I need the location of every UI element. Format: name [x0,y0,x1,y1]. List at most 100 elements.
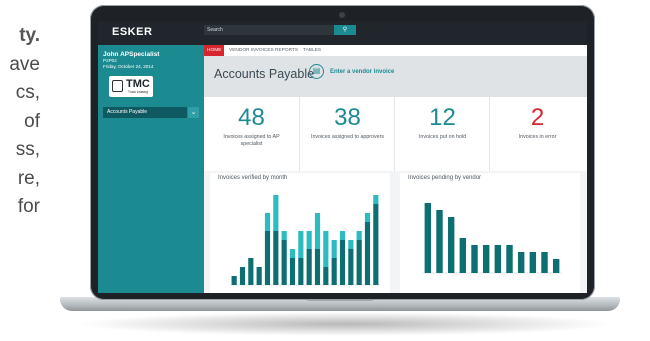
stat-value: 48 [238,104,265,131]
chart-title: Invoices pending by vendor [408,175,482,181]
enter-invoice-link[interactable]: Enter a vendor invoice [330,69,394,75]
bar [256,267,262,285]
bar [273,231,279,285]
search-icon[interactable]: ⚲ [334,25,356,35]
page-header: Accounts Payable ▤ Enter a vendor invoic… [204,57,587,97]
tab-vendor-invoices[interactable]: VENDOR INVOICES [226,45,277,56]
camera-icon [339,12,345,18]
bar [314,213,321,249]
company-logo-sub: Truck Leasing [128,90,148,94]
bar [314,249,321,285]
bar [298,258,304,285]
stat-value: 12 [429,104,456,131]
bar [471,245,478,273]
tab-tables[interactable]: TABLES [300,45,324,56]
bar [231,276,237,285]
role-selector[interactable]: Accounts Payable ⌄ [103,107,199,118]
bar [424,203,432,273]
top-bar: Search ⚲ [204,21,587,45]
bar [506,245,513,273]
bar [248,258,254,285]
stat-value: 38 [334,104,361,131]
bar [289,258,296,285]
role-label: Accounts Payable [107,109,148,115]
bar [373,204,379,285]
bar [306,231,312,249]
bar [239,267,246,285]
stat-ap-specialist[interactable]: 48 Invoices assigned to AP specialist [204,97,299,171]
current-date: Friday, October 24, 2014 [103,64,154,69]
bar [552,259,560,273]
bar [348,240,354,249]
bar [306,249,312,285]
bar [264,231,271,285]
user-name: John APSpecialist [103,51,160,58]
side-line-7: for [17,196,40,217]
page-side-text: ty. ave cs, of ss, re, for [0,22,40,222]
company-logo: TMC Truck Leasing [109,76,153,97]
side-line-3: cs, [15,82,40,103]
stat-value: 2 [530,104,545,131]
search-placeholder: Search [207,26,223,33]
side-line-2: ave [9,53,40,75]
bar [373,195,379,204]
side-line-1: ty. [19,25,40,46]
bar [331,240,337,258]
bar [529,252,537,273]
stat-label: Invoices in error [518,134,557,140]
bar [273,195,279,231]
stat-label: Invoices assigned to AP specialist [223,134,280,147]
user-info: John APSpecialist P2P02 Friday, October … [98,45,204,70]
esker-logo[interactable]: ESKER [112,26,152,38]
bar [436,210,443,273]
bar [298,231,304,258]
chart-pending-by-vendor [422,203,562,274]
side-line-4: of [24,110,40,132]
bar [323,231,329,267]
stats-row: 48 Invoices assigned to AP specialist 38… [204,97,587,171]
stat-label: Invoices assigned to approvers [310,134,385,140]
chart-title: Invoices verified by month [218,175,288,181]
company-logo-text: TMC [126,78,150,90]
stat-in-error[interactable]: 2 Invoices in error [489,97,585,171]
bar [356,240,362,285]
bar [364,222,371,285]
tab-reports[interactable]: REPORTS [272,45,301,56]
sidebar: ESKER John APSpecialist P2P02 Friday, Oc… [98,21,204,293]
logo-bar: ESKER [98,21,204,45]
side-line-5: ss, [15,139,40,160]
bar [459,238,467,273]
bar [339,240,346,285]
laptop-lid: ESKER John APSpecialist P2P02 Friday, Oc… [90,5,595,300]
invoice-doc-icon[interactable]: ▤ [309,64,324,79]
laptop-screen: ESKER John APSpecialist P2P02 Friday, Oc… [98,21,587,293]
bar [447,217,455,273]
bar [339,231,346,240]
bar [482,245,490,273]
bar [517,252,525,273]
chart-panel-pending: Invoices pending by vendor [400,173,580,293]
chevron-down-icon[interactable]: ⌄ [188,107,199,118]
bar [348,249,354,285]
chart-verified-by-month [230,195,380,286]
bar [541,252,548,273]
laptop-shadow [75,312,615,336]
bar [356,231,362,240]
bar [364,213,371,222]
bar [281,231,287,240]
bar [281,240,287,285]
bar [331,258,337,285]
bar [323,267,329,285]
bus-icon [112,80,123,92]
stat-label: Invoices put on hold [418,134,467,140]
nav-tabs: HOME VENDOR INVOICES REPORTS TABLES [204,45,587,57]
side-line-6: re, [17,167,40,189]
bar [289,249,296,258]
chart-panel-verified: Invoices verified by month [210,173,390,293]
bar [494,245,502,273]
page-title: Accounts Payable [214,67,315,81]
tab-home[interactable]: HOME [204,45,225,56]
stat-approvers[interactable]: 38 Invoices assigned to approvers [299,97,395,171]
stat-on-hold[interactable]: 12 Invoices put on hold [394,97,490,171]
bar [264,213,271,231]
